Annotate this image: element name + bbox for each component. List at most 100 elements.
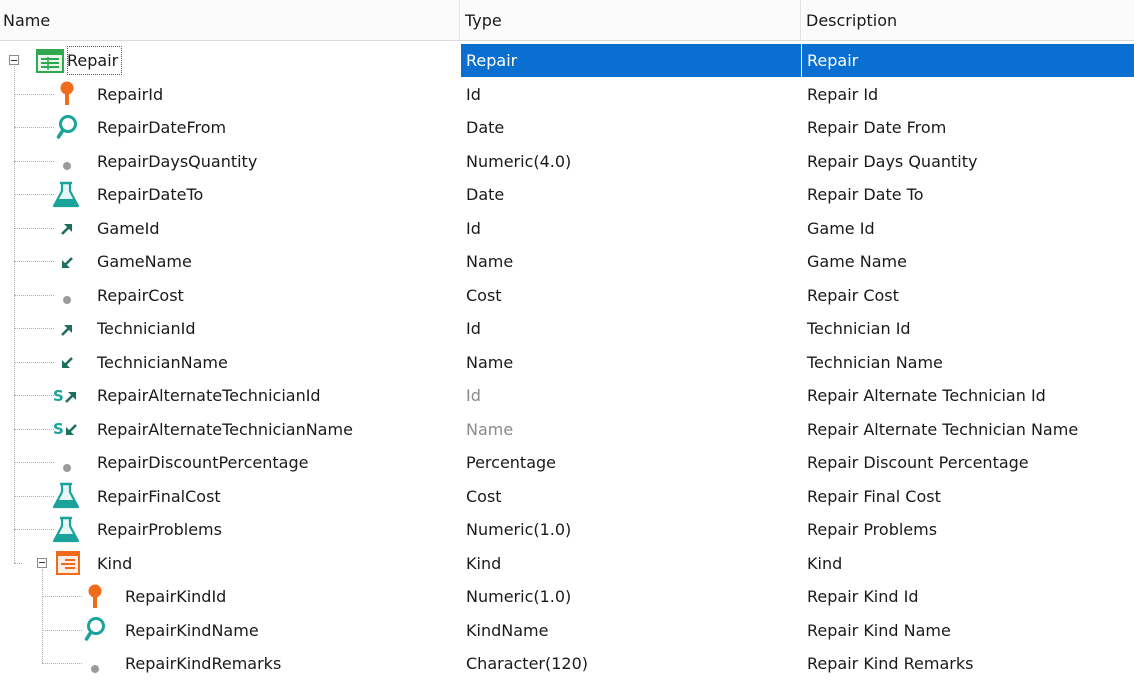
attribute-description[interactable]: Technician Name (802, 346, 1134, 379)
tree-row[interactable]: RepairFinalCost Cost Repair Final Cost (0, 480, 1134, 513)
tree-row[interactable]: GameName Name Game Name (0, 245, 1134, 278)
attribute-description[interactable]: Repair Date To (802, 178, 1134, 211)
tree-row[interactable]: RepairKindId Numeric(1.0) Repair Kind Id (0, 580, 1134, 613)
attribute-name[interactable]: RepairDaysQuantity (95, 145, 257, 178)
attribute-description[interactable]: Repair Date From (802, 111, 1134, 144)
tree-row[interactable]: RepairProblems Numeric(1.0) Repair Problem… (0, 513, 1134, 546)
attribute-type[interactable]: Character(120) (461, 647, 801, 680)
tree-row[interactable]: S RepairAlternateTechnicianId Id Repair Al… (0, 379, 1134, 412)
tree-row[interactable]: Kind Kind Kind (0, 547, 1134, 580)
collapse-toggle-icon[interactable] (37, 557, 47, 568)
column-header-type[interactable]: Type (461, 0, 801, 40)
attribute-description[interactable]: Repair (802, 44, 1134, 77)
tree-row[interactable]: RepairCost Cost Repair Cost (0, 279, 1134, 312)
attribute-description[interactable]: Repair Kind Name (802, 614, 1134, 647)
tree-row[interactable]: RepairKindRemarks Character(120) Repair Ki… (0, 647, 1134, 680)
attribute-type[interactable]: Id (461, 379, 801, 412)
attribute-type[interactable]: Id (461, 212, 801, 245)
attribute-name[interactable]: GameId (95, 212, 160, 245)
tree-connector (14, 328, 54, 329)
attribute-type[interactable]: KindName (461, 614, 801, 647)
attribute-description[interactable]: Repair Days Quantity (802, 145, 1134, 178)
attribute-name[interactable]: RepairFinalCost (95, 480, 221, 513)
attribute-name[interactable]: Repair (65, 44, 124, 77)
tree-row[interactable]: RepairDaysQuantity Numeric(4.0) Repair Day… (0, 145, 1134, 178)
key-icon (57, 81, 77, 107)
attribute-type[interactable]: Id (461, 78, 801, 111)
tree-row[interactable]: TechnicianName Name Technician Name (0, 346, 1134, 379)
column-header-name[interactable]: Name (0, 0, 460, 40)
tree-connector (14, 529, 54, 530)
attribute-name[interactable]: Kind (95, 547, 132, 580)
tree-row[interactable]: RepairKindName KindName Repair Kind Name (0, 614, 1134, 647)
tree-row[interactable]: TechnicianId Id Technician Id (0, 312, 1134, 345)
column-header-description[interactable]: Description (802, 0, 1134, 40)
attribute-name[interactable]: RepairKindId (123, 580, 226, 613)
structure-grid: Name Type Description Repair Repair Repair… (0, 0, 1134, 674)
attribute-dot-icon (62, 458, 72, 472)
attribute-description[interactable]: Repair Kind Id (802, 580, 1134, 613)
candidate-key-icon (56, 114, 78, 141)
collapse-toggle-icon[interactable] (9, 55, 19, 65)
tree-connector (42, 629, 82, 631)
attribute-type[interactable]: Id (461, 312, 801, 345)
attribute-name[interactable]: TechnicianName (95, 346, 228, 379)
attribute-description[interactable]: Repair Alternate Technician Name (802, 413, 1134, 446)
tree-row[interactable]: RepairId Id Repair Id (0, 78, 1134, 111)
tree-connector (14, 194, 54, 195)
attribute-type[interactable]: Date (461, 178, 801, 211)
attribute-description[interactable]: Game Name (802, 245, 1134, 278)
attribute-description[interactable]: Repair Discount Percentage (802, 446, 1134, 479)
attribute-name[interactable]: RepairDateTo (95, 178, 203, 211)
attribute-type[interactable]: Repair (461, 44, 801, 77)
attribute-type[interactable]: Name (461, 245, 801, 278)
tree-connector (14, 395, 54, 396)
tree-row[interactable]: RepairDiscountPercentage Percentage Repair… (0, 446, 1134, 479)
attribute-name[interactable]: RepairId (95, 78, 163, 111)
attribute-name[interactable]: TechnicianId (95, 312, 195, 345)
attribute-dot-icon (62, 290, 72, 304)
tree-row[interactable]: GameId Id Game Id (0, 212, 1134, 245)
attribute-type[interactable]: Cost (461, 480, 801, 513)
attribute-name[interactable]: RepairAlternateTechnicianName (95, 413, 353, 446)
attribute-name[interactable]: GameName (95, 245, 192, 278)
attribute-name[interactable]: RepairDateFrom (95, 111, 226, 144)
attribute-description[interactable]: Repair Id (802, 78, 1134, 111)
attribute-description[interactable]: Repair Final Cost (802, 480, 1134, 513)
attribute-dot-icon (62, 156, 72, 170)
tree-connector (14, 462, 54, 463)
key-icon (85, 584, 105, 610)
attribute-type[interactable]: Numeric(1.0) (461, 580, 801, 613)
attribute-description[interactable]: Repair Problems (802, 513, 1134, 546)
attribute-name[interactable]: RepairKindName (123, 614, 259, 647)
attribute-name[interactable]: RepairCost (95, 279, 184, 312)
attribute-name[interactable]: RepairKindRemarks (123, 647, 281, 680)
tree-row[interactable]: RepairDateTo Date Repair Date To (0, 178, 1134, 211)
attribute-description[interactable]: Game Id (802, 212, 1134, 245)
attribute-description[interactable]: Repair Kind Remarks (802, 647, 1134, 680)
attribute-type[interactable]: Kind (461, 547, 801, 580)
transaction-icon (36, 48, 64, 73)
attribute-name[interactable]: RepairAlternateTechnicianId (95, 379, 321, 412)
subtype-inferred-icon: S (53, 420, 79, 438)
attribute-type[interactable]: Numeric(4.0) (461, 145, 801, 178)
attribute-name[interactable]: RepairProblems (95, 513, 222, 546)
tree-connector (14, 261, 54, 262)
attribute-description[interactable]: Kind (802, 547, 1134, 580)
attribute-description[interactable]: Technician Id (802, 312, 1134, 345)
attribute-type[interactable]: Cost (461, 279, 801, 312)
attribute-type[interactable]: Name (461, 346, 801, 379)
attribute-description[interactable]: Repair Alternate Technician Id (802, 379, 1134, 412)
attribute-description[interactable]: Repair Cost (802, 279, 1134, 312)
attribute-type[interactable]: Numeric(1.0) (461, 513, 801, 546)
attribute-type[interactable]: Date (461, 111, 801, 144)
tree-row[interactable]: S RepairAlternateTechnicianName Name Repai… (0, 413, 1134, 446)
tree-connector (14, 495, 54, 497)
attribute-type[interactable]: Percentage (461, 446, 801, 479)
tree-connector (14, 227, 54, 229)
tree-row[interactable]: Repair Repair Repair (0, 44, 1134, 77)
attribute-type[interactable]: Name (461, 413, 801, 446)
tree-row[interactable]: RepairDateFrom Date Repair Date From (0, 111, 1134, 144)
tree-connector (42, 568, 43, 663)
attribute-name[interactable]: RepairDiscountPercentage (95, 446, 308, 479)
